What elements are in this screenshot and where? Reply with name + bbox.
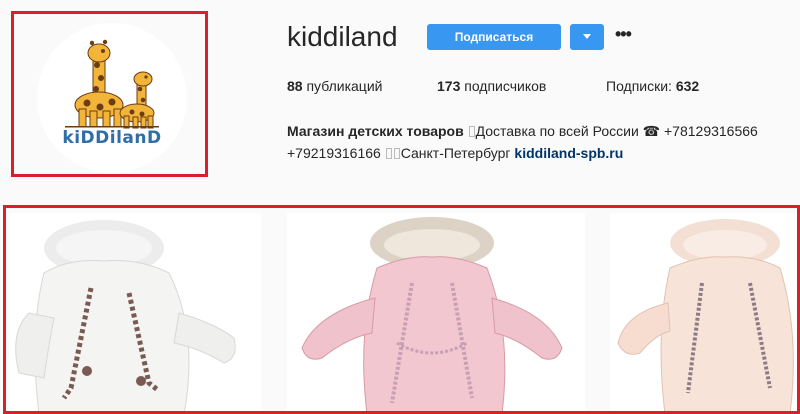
missing-glyph-icon — [468, 126, 475, 137]
bio-line-2: +79219316166 Санкт-Петербург kiddiland-s… — [287, 142, 800, 164]
followers-stat[interactable]: 173 подписчиков — [437, 78, 546, 94]
logo-text: kiDDilanD — [62, 128, 162, 148]
posts-highlight-frame — [3, 205, 800, 414]
bio-website-link[interactable]: kiddiland-spb.ru — [514, 145, 623, 161]
following-label: Подписки: — [606, 78, 672, 94]
bio-phone: +79219316166 — [287, 145, 381, 161]
posts-count-stat: 88 публикаций — [287, 78, 382, 94]
snowsuit-cream-image — [610, 213, 797, 411]
snowsuit-pink-image — [287, 213, 585, 411]
bio-city: Санкт-Петербург — [400, 145, 511, 161]
bio-line-1: Магазин детских товаров Доставка по всей… — [287, 120, 800, 142]
more-icon: ••• — [615, 24, 632, 44]
missing-glyph-icon — [393, 148, 400, 159]
followers-label: подписчиков — [464, 78, 547, 94]
giraffe-logo-icon — [65, 39, 159, 129]
following-count: 632 — [675, 78, 700, 94]
post-thumbnail[interactable] — [9, 213, 261, 411]
avatar-highlight-frame: kiDDilanD — [11, 11, 208, 177]
follow-button[interactable]: Подписаться — [427, 24, 561, 50]
more-options-button[interactable]: ••• — [615, 24, 635, 46]
snowsuit-white-image — [9, 213, 261, 411]
chevron-down-icon — [583, 34, 591, 39]
following-stat[interactable]: Подписки: 632 — [606, 78, 699, 94]
suggestions-dropdown-button[interactable] — [570, 24, 604, 50]
bio-line1-text: Доставка по всей России ☎ +78129316566 — [475, 123, 758, 139]
post-thumbnail[interactable] — [287, 213, 585, 411]
avatar[interactable]: kiDDilanD — [37, 23, 187, 173]
posts-count: 88 — [287, 78, 303, 94]
missing-glyph-icon — [385, 148, 392, 159]
post-thumbnail[interactable] — [610, 213, 797, 411]
profile-bio: Магазин детских товаров Доставка по всей… — [287, 120, 800, 164]
posts-label: публикаций — [306, 78, 383, 94]
profile-username: kiddiland — [287, 21, 398, 52]
bio-name: Магазин детских товаров — [287, 123, 464, 139]
followers-count: 173 — [437, 78, 461, 94]
